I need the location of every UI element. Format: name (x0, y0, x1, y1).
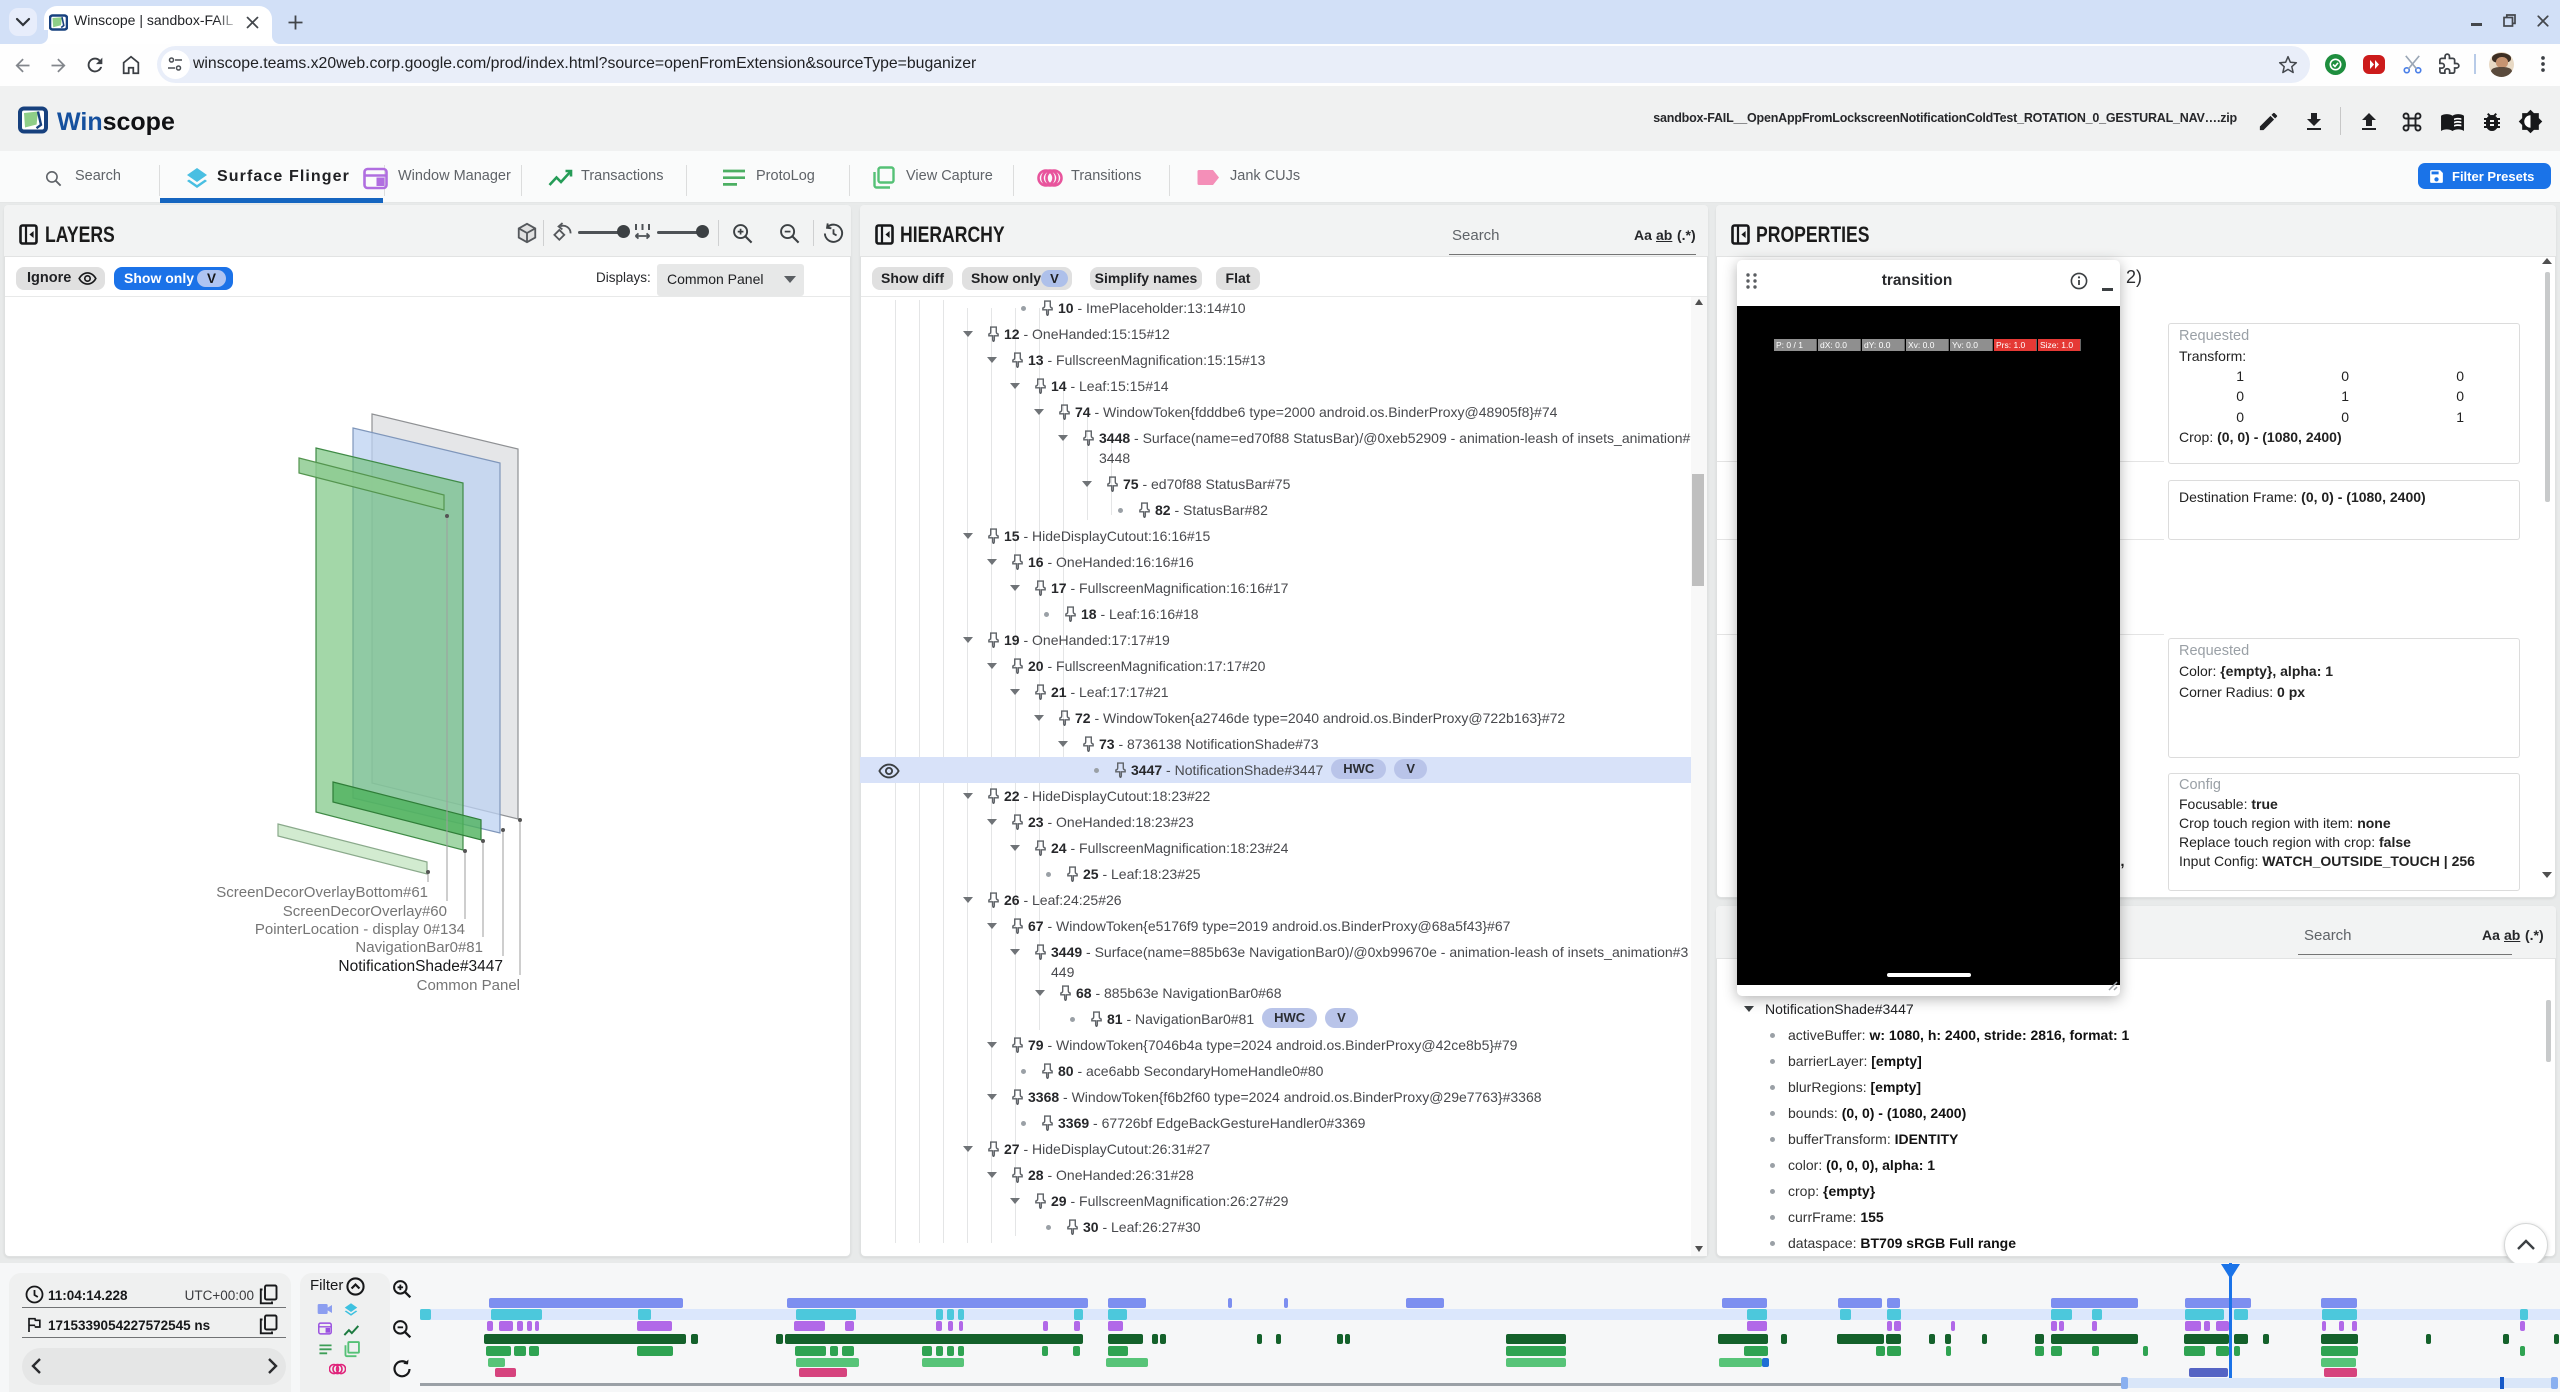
svg-text:ScreenDecorOverlay#60: ScreenDecorOverlay#60 (283, 903, 447, 920)
svg-text:NotificationShade#3447: NotificationShade#3447 (338, 958, 503, 975)
svg-text:NavigationBar0#81: NavigationBar0#81 (355, 939, 483, 956)
svg-text:PointerLocation - display 0#13: PointerLocation - display 0#134 (255, 921, 465, 938)
svg-text:Common Panel: Common Panel (417, 977, 520, 994)
svg-text:ScreenDecorOverlayBottom#61: ScreenDecorOverlayBottom#61 (216, 884, 428, 901)
